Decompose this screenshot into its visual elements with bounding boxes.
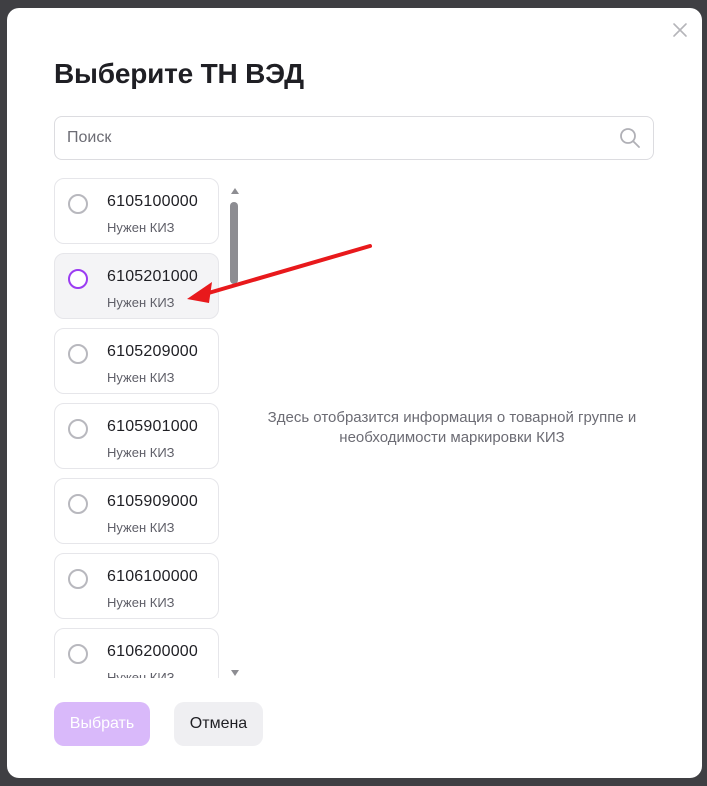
scroll-up-arrow-icon[interactable] [230,186,240,196]
tnved-code: 6105909000 [107,493,198,510]
scroll-down-arrow-icon[interactable] [230,668,240,678]
list-item[interactable]: 6105201000 Нужен КИЗ [54,253,219,319]
search-icon[interactable] [619,127,641,149]
kiz-note: Нужен КИЗ [107,220,175,235]
list-scrollbar[interactable] [228,186,242,678]
cancel-button[interactable]: Отмена [174,702,263,746]
tnved-code: 6105201000 [107,268,198,285]
tnved-code: 6105209000 [107,343,198,360]
list-item[interactable]: 6106100000 Нужен КИЗ [54,553,219,619]
kiz-note: Нужен КИЗ [107,295,175,310]
tnved-code: 6106200000 [107,643,198,660]
radio-button[interactable] [68,269,88,289]
kiz-note: Нужен КИЗ [107,670,175,678]
list-item[interactable]: 6105901000 Нужен КИЗ [54,403,219,469]
search-input[interactable] [67,117,607,159]
tnved-code: 6106100000 [107,568,198,585]
tnved-code-list: 6105100000 Нужен КИЗ 6105201000 Нужен КИ… [54,178,244,678]
tnved-code: 6105901000 [107,418,198,435]
select-button[interactable]: Выбрать [54,702,150,746]
radio-button[interactable] [68,194,88,214]
radio-button[interactable] [68,419,88,439]
radio-button[interactable] [68,569,88,589]
list-item[interactable]: 6105909000 Нужен КИЗ [54,478,219,544]
tnved-code: 6105100000 [107,193,198,210]
kiz-note: Нужен КИЗ [107,445,175,460]
list-item[interactable]: 6105209000 Нужен КИЗ [54,328,219,394]
kiz-note: Нужен КИЗ [107,595,175,610]
list-item[interactable]: 6105100000 Нужен КИЗ [54,178,219,244]
search-field[interactable] [54,116,654,160]
radio-button[interactable] [68,344,88,364]
scrollbar-thumb[interactable] [230,202,238,284]
dialog-title: Выберите ТН ВЭД [54,58,304,89]
info-placeholder-text: Здесь отобразится информация о товарной … [267,409,637,446]
select-tnved-dialog: Выберите ТН ВЭД 6105100000 Нужен КИЗ 610… [7,8,702,778]
list-item[interactable]: 6106200000 Нужен КИЗ [54,628,219,678]
radio-button[interactable] [68,494,88,514]
close-button[interactable] [670,20,690,40]
close-icon [673,23,687,37]
kiz-note: Нужен КИЗ [107,520,175,535]
radio-button[interactable] [68,644,88,664]
kiz-note: Нужен КИЗ [107,370,175,385]
